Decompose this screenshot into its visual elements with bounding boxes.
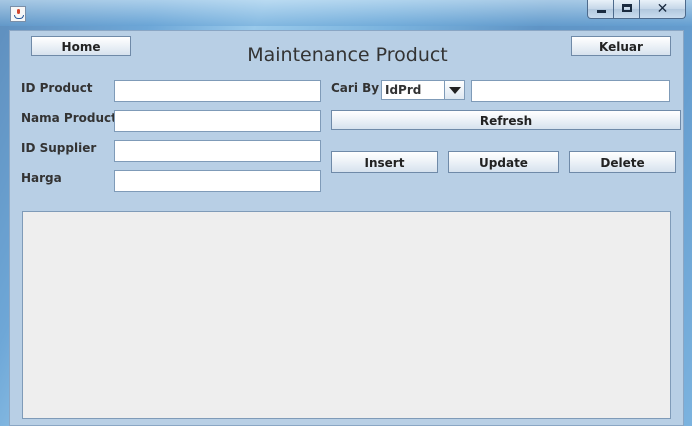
maintenance-panel: Home Maintenance Product Keluar ID Produ… [9,30,684,426]
minimize-icon [597,10,606,13]
cari-by-select[interactable]: IdPrd [381,80,465,100]
insert-button[interactable]: Insert [331,151,438,173]
close-button[interactable]: ✕ [640,0,686,19]
keluar-button[interactable]: Keluar [571,36,671,56]
harga-label: Harga [21,171,62,185]
close-icon: ✕ [656,1,669,17]
cari-by-selected-value: IdPrd [385,83,422,97]
nama-product-label: Nama Product [21,111,117,125]
maximize-icon [622,4,632,12]
window-controls: ✕ [587,0,686,19]
nama-product-field[interactable] [114,110,321,132]
search-input[interactable] [471,80,670,102]
id-supplier-label: ID Supplier [21,141,97,155]
id-product-field[interactable] [114,80,321,102]
minimize-button[interactable] [587,0,614,19]
chevron-down-icon[interactable] [444,81,464,99]
window-titlebar[interactable]: ✕ [0,0,692,26]
id-product-label: ID Product [21,81,93,95]
java-cup-icon [10,6,26,22]
id-supplier-field[interactable] [114,140,321,162]
maximize-button[interactable] [614,0,640,19]
harga-field[interactable] [114,170,321,192]
cari-by-label: Cari By [331,81,380,95]
desktop-background: ✕ Home Maintenance Product Keluar ID Pro… [0,0,692,426]
product-table-area[interactable] [22,211,671,419]
refresh-button[interactable]: Refresh [331,110,681,130]
delete-button[interactable]: Delete [569,151,676,173]
update-button[interactable]: Update [448,151,559,173]
